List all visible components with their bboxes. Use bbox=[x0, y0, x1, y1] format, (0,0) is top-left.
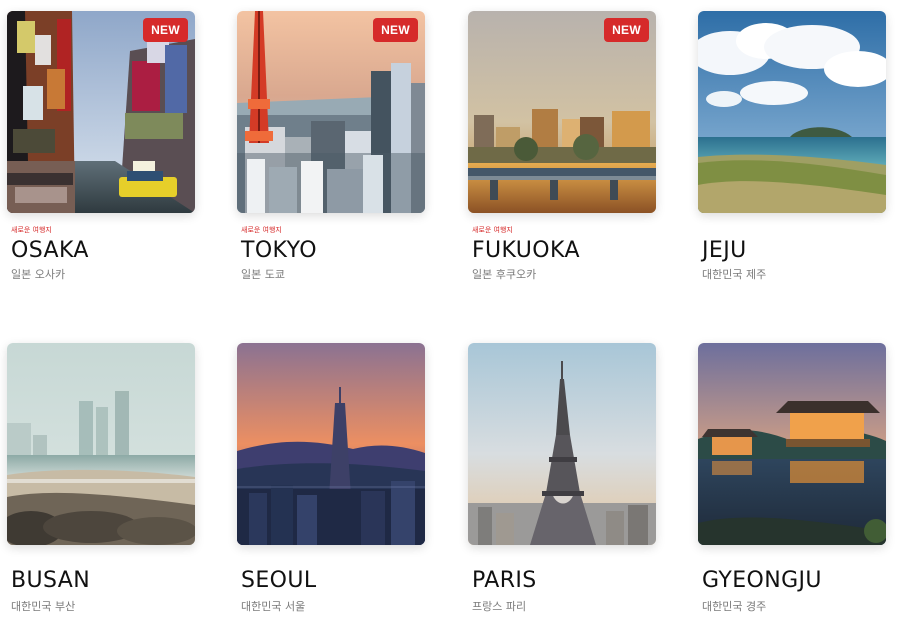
destination-card-jeju[interactable]: JEJU 대한민국 제주 bbox=[698, 11, 886, 281]
destination-card-busan[interactable]: BUSAN 대한민국 부산 bbox=[7, 343, 195, 613]
new-destination-tag: 새로운 여행지 bbox=[11, 226, 52, 234]
destination-image-jeju[interactable] bbox=[698, 11, 886, 213]
destination-image-busan[interactable] bbox=[7, 343, 195, 545]
destination-name: TOKYO bbox=[241, 238, 317, 263]
city-night-tower-icon bbox=[237, 343, 425, 545]
island-coast-icon bbox=[698, 11, 886, 213]
destination-image-paris[interactable] bbox=[468, 343, 656, 545]
destination-country: 일본 도쿄 bbox=[241, 268, 285, 281]
destination-name: GYEONGJU bbox=[702, 568, 822, 593]
destination-country: 대한민국 서울 bbox=[241, 600, 306, 613]
destination-name: BUSAN bbox=[11, 568, 91, 593]
destination-image-fukuoka[interactable]: NEW bbox=[468, 11, 656, 213]
destination-name: JEJU bbox=[702, 238, 747, 263]
destination-name: FUKUOKA bbox=[472, 238, 580, 263]
new-destination-tag: 새로운 여행지 bbox=[472, 226, 513, 234]
beach-skyline-icon bbox=[7, 343, 195, 545]
pavilion-lake-icon bbox=[698, 343, 886, 545]
destination-image-gyeongju[interactable] bbox=[698, 343, 886, 545]
destination-name: SEOUL bbox=[241, 568, 317, 593]
new-badge: NEW bbox=[143, 18, 188, 42]
destination-card-gyeongju[interactable]: GYEONGJU 대한민국 경주 bbox=[698, 343, 886, 613]
destination-country: 일본 오사카 bbox=[11, 268, 66, 281]
destination-country: 대한민국 제주 bbox=[702, 268, 767, 281]
new-badge: NEW bbox=[373, 18, 418, 42]
destination-image-seoul[interactable] bbox=[237, 343, 425, 545]
eiffel-tower-icon bbox=[468, 343, 656, 545]
destination-card-seoul[interactable]: SEOUL 대한민국 서울 bbox=[237, 343, 425, 613]
new-badge: NEW bbox=[604, 18, 649, 42]
destination-image-osaka[interactable]: NEW bbox=[7, 11, 195, 213]
new-destination-tag: 새로운 여행지 bbox=[241, 226, 282, 234]
destination-card-paris[interactable]: PARIS 프랑스 파리 bbox=[468, 343, 656, 613]
destination-name: OSAKA bbox=[11, 238, 89, 263]
destination-card-tokyo[interactable]: NEW 새로운 여행지 TOKYO 일본 도쿄 bbox=[237, 11, 425, 281]
destination-country: 대한민국 경주 bbox=[702, 600, 767, 613]
destination-grid: NEW 새로운 여행지 OSAKA 일본 오사카 NEW 새로운 여행지 TOK… bbox=[0, 0, 897, 627]
destination-country: 일본 후쿠오카 bbox=[472, 268, 537, 281]
destination-card-osaka[interactable]: NEW 새로운 여행지 OSAKA 일본 오사카 bbox=[7, 11, 195, 281]
destination-name: PARIS bbox=[472, 568, 537, 593]
destination-image-tokyo[interactable]: NEW bbox=[237, 11, 425, 213]
destination-card-fukuoka[interactable]: NEW 새로운 여행지 FUKUOKA 일본 후쿠오카 bbox=[468, 11, 656, 281]
destination-country: 프랑스 파리 bbox=[472, 600, 527, 613]
destination-country: 대한민국 부산 bbox=[11, 600, 76, 613]
